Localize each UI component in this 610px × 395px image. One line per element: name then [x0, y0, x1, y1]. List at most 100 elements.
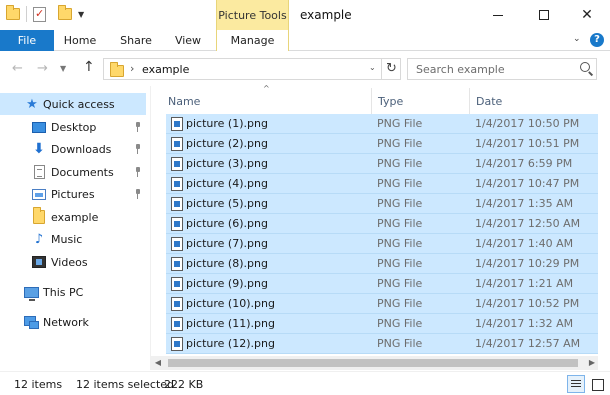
table-row[interactable]: picture (6).png PNG File 1/4/2017 12:50 …	[166, 214, 610, 234]
large-icons-view-icon[interactable]	[588, 375, 606, 393]
file-type: PNG File	[377, 257, 423, 270]
search-box[interactable]	[407, 58, 597, 80]
table-row[interactable]: picture (10).png PNG File 1/4/2017 10:52…	[166, 294, 610, 314]
address-history-chevron-icon[interactable]: ⌄	[369, 63, 376, 72]
sidebar-item-label: Documents	[51, 165, 114, 179]
search-icon[interactable]	[580, 62, 590, 72]
search-input[interactable]	[408, 59, 576, 79]
scrollbar-thumb[interactable]	[168, 359, 578, 367]
maximize-button[interactable]	[521, 0, 567, 30]
back-arrow-icon[interactable]: ←	[12, 61, 23, 76]
png-file-icon	[171, 337, 183, 351]
column-divider[interactable]	[469, 88, 470, 114]
file-name: picture (7).png	[186, 237, 268, 250]
status-bar: 12 items 12 items selected 222 KB	[0, 371, 610, 395]
column-divider[interactable]	[371, 88, 372, 114]
file-name: picture (8).png	[186, 257, 268, 270]
png-file-icon	[171, 257, 183, 271]
expand-ribbon-chevron-icon[interactable]: ⌄	[573, 34, 581, 44]
table-row[interactable]: picture (1).png PNG File 1/4/2017 10:50 …	[166, 114, 610, 134]
properties-icon[interactable]	[33, 6, 46, 22]
table-row[interactable]: picture (11).png PNG File 1/4/2017 1:32 …	[166, 314, 610, 334]
toolbar-divider	[26, 6, 27, 22]
minimize-button[interactable]	[475, 0, 521, 30]
sidebar-item-label: Videos	[51, 255, 88, 269]
pin-icon[interactable]	[134, 167, 142, 177]
desktop-icon	[31, 120, 47, 134]
table-row[interactable]: picture (3).png PNG File 1/4/2017 6:59 P…	[166, 154, 610, 174]
table-row[interactable]: picture (5).png PNG File 1/4/2017 1:35 A…	[166, 194, 610, 214]
file-name: picture (4).png	[186, 177, 268, 190]
pin-icon[interactable]	[134, 189, 142, 199]
scroll-right-icon[interactable]: ▶	[585, 356, 599, 370]
address-bar[interactable]: › example ⌄ ↻	[103, 58, 401, 80]
refresh-icon[interactable]: ↻	[381, 59, 401, 79]
column-header-name[interactable]: Name	[168, 92, 200, 112]
sidebar-item-quick-access[interactable]: ★ Quick access	[0, 93, 146, 115]
tab-view[interactable]: View	[166, 30, 210, 51]
vertical-scrollbar[interactable]	[598, 86, 610, 370]
sidebar-item-documents[interactable]: Documents	[0, 161, 146, 183]
file-type: PNG File	[377, 277, 423, 290]
sidebar-item-videos[interactable]: Videos	[0, 251, 146, 273]
file-name: picture (2).png	[186, 137, 268, 150]
horizontal-scrollbar[interactable]: ◀ ▶	[151, 356, 599, 370]
sidebar-item-network[interactable]: Network	[0, 311, 146, 333]
scroll-left-icon[interactable]: ◀	[151, 356, 165, 370]
pictures-icon	[31, 187, 47, 201]
close-button[interactable]: ✕	[564, 0, 610, 30]
column-header-type[interactable]: Type	[378, 92, 403, 112]
column-header-date[interactable]: Date	[476, 92, 502, 112]
sidebar-item-label: Music	[51, 232, 83, 246]
pin-icon[interactable]	[134, 144, 142, 154]
table-row[interactable]: picture (9).png PNG File 1/4/2017 1:21 A…	[166, 274, 610, 294]
tab-share[interactable]: Share	[114, 30, 158, 51]
window-title: example	[300, 8, 352, 22]
pane-divider[interactable]	[150, 86, 151, 370]
new-folder-icon[interactable]	[58, 5, 72, 20]
forward-arrow-icon[interactable]: →	[37, 61, 48, 76]
sidebar-item-pictures[interactable]: Pictures	[0, 183, 146, 205]
sidebar-item-label: This PC	[43, 285, 84, 299]
breadcrumb-current[interactable]: example	[142, 63, 189, 76]
up-arrow-icon[interactable]: ↑	[83, 59, 95, 75]
sidebar-item-music[interactable]: ♪ Music	[0, 228, 146, 250]
sidebar-item-desktop[interactable]: Desktop	[0, 116, 146, 138]
customize-toolbar-chevron-icon[interactable]: ▼	[78, 10, 84, 19]
file-name: picture (12).png	[186, 337, 275, 350]
file-date: 1/4/2017 1:21 AM	[475, 277, 574, 290]
tab-home[interactable]: Home	[58, 30, 102, 51]
table-row[interactable]: picture (7).png PNG File 1/4/2017 1:40 A…	[166, 234, 610, 254]
documents-icon	[31, 165, 47, 179]
sidebar-item-example[interactable]: example	[0, 206, 146, 228]
recent-locations-chevron-icon[interactable]: ▼	[60, 64, 66, 73]
details-view-icon[interactable]	[567, 375, 585, 393]
help-icon[interactable]: ?	[590, 33, 604, 47]
folder-icon	[6, 5, 20, 20]
tab-file[interactable]: File	[0, 30, 54, 51]
file-name: picture (5).png	[186, 197, 268, 210]
tab-manage[interactable]: Manage	[216, 30, 289, 51]
breadcrumb-chevron-icon[interactable]: ›	[130, 62, 134, 75]
png-file-icon	[171, 297, 183, 311]
sidebar-item-downloads[interactable]: ⬇ Downloads	[0, 138, 146, 160]
file-date: 1/4/2017 1:32 AM	[475, 317, 574, 330]
folder-icon	[31, 207, 47, 224]
sidebar-item-label: Network	[43, 315, 89, 329]
table-row[interactable]: picture (12).png PNG File 1/4/2017 12:57…	[166, 334, 610, 354]
item-count: 12 items	[14, 378, 63, 391]
table-row[interactable]: picture (2).png PNG File 1/4/2017 10:51 …	[166, 134, 610, 154]
sidebar-item-this-pc[interactable]: This PC	[0, 281, 146, 303]
maximize-icon	[539, 10, 549, 20]
table-row[interactable]: picture (4).png PNG File 1/4/2017 10:47 …	[166, 174, 610, 194]
file-date: 1/4/2017 12:50 AM	[475, 217, 581, 230]
png-file-icon	[171, 177, 183, 191]
pin-icon[interactable]	[134, 122, 142, 132]
file-name: picture (9).png	[186, 277, 268, 290]
picture-tools-context-tab: Picture Tools	[216, 0, 289, 30]
table-row[interactable]: picture (8).png PNG File 1/4/2017 10:29 …	[166, 254, 610, 274]
file-name: picture (6).png	[186, 217, 268, 230]
file-name: picture (1).png	[186, 117, 268, 130]
file-list: ^ Name Type Date picture (1).png PNG Fil…	[156, 84, 610, 356]
file-date: 1/4/2017 10:29 PM	[475, 257, 580, 270]
